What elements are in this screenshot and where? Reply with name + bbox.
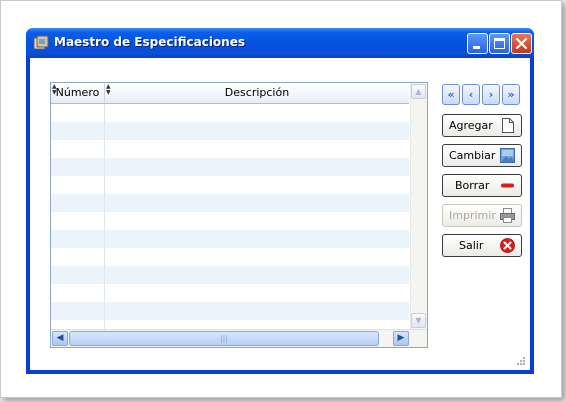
column-header-numero[interactable]: ▲ ▼ Número <box>51 83 105 103</box>
grid-row[interactable] <box>51 176 409 194</box>
title-bar[interactable]: Maestro de Especificaciones <box>26 28 534 58</box>
app-icon <box>33 35 49 50</box>
grid-row[interactable] <box>51 212 409 230</box>
horizontal-scroll-thumb[interactable]: ||| <box>69 331 379 346</box>
printer-icon <box>500 208 515 223</box>
grid-row[interactable] <box>51 302 409 320</box>
close-button[interactable] <box>511 33 532 54</box>
maximize-icon <box>494 38 505 49</box>
grid-header: ▲ ▼ Número ▲ ▼ Descripción <box>51 83 409 104</box>
agregar-label: Agregar <box>449 119 493 132</box>
minimize-icon <box>473 46 480 49</box>
next-record-button[interactable]: › <box>482 84 500 105</box>
record-navigation: « ‹ › » <box>442 84 522 106</box>
grid-row[interactable] <box>51 158 409 176</box>
grid-row[interactable] <box>51 266 409 284</box>
column-header-descripcion-label: Descripción <box>224 86 290 99</box>
next-record-icon: › <box>488 88 494 101</box>
scroll-up-icon[interactable]: ▲ <box>411 84 426 99</box>
specifications-grid[interactable]: ▲ ▼ Número ▲ ▼ Descripción ▲ ▼ ◀ ||| ▶ <box>50 82 428 348</box>
sort-icon: ▲ ▼ <box>106 83 111 96</box>
last-record-icon: » <box>507 88 515 101</box>
first-record-button[interactable]: « <box>442 84 460 105</box>
grid-row[interactable] <box>51 248 409 266</box>
salir-label: Salir <box>459 239 484 252</box>
grid-row[interactable] <box>51 230 409 248</box>
main-window: Maestro de Especificaciones ▲ ▼ Número ▲ ▼… <box>26 28 534 374</box>
cambiar-label: Cambiar <box>449 149 496 162</box>
scroll-down-icon[interactable]: ▼ <box>411 313 426 328</box>
salir-button[interactable]: Salir <box>442 234 522 257</box>
scroll-right-icon[interactable]: ▶ <box>393 331 409 346</box>
red-dash-icon <box>501 183 514 188</box>
image-icon <box>500 148 515 163</box>
window-title: Maestro de Especificaciones <box>54 35 245 49</box>
cambiar-button[interactable]: Cambiar <box>442 144 522 167</box>
window-client-area: ▲ ▼ Número ▲ ▼ Descripción ▲ ▼ ◀ ||| ▶ «… <box>30 58 530 370</box>
imprimir-button[interactable]: Imprimir <box>442 204 522 227</box>
agregar-button[interactable]: Agregar <box>442 114 522 137</box>
red-x-circle-icon <box>500 238 515 253</box>
column-header-descripcion[interactable]: ▲ ▼ Descripción <box>105 83 409 103</box>
borrar-button[interactable]: Borrar <box>442 174 522 197</box>
borrar-label: Borrar <box>455 179 490 192</box>
grid-rows <box>51 104 409 338</box>
close-icon <box>515 37 528 50</box>
imprimir-label: Imprimir <box>449 209 496 222</box>
grid-row[interactable] <box>51 140 409 158</box>
column-header-numero-label: Número <box>55 86 100 99</box>
scroll-left-icon[interactable]: ◀ <box>52 331 68 346</box>
grid-row[interactable] <box>51 284 409 302</box>
resize-grip-icon[interactable] <box>516 356 526 366</box>
previous-record-icon: ‹ <box>468 88 474 101</box>
maximize-button[interactable] <box>489 33 510 54</box>
vertical-scrollbar[interactable]: ▲ ▼ <box>410 83 427 329</box>
blank-page-icon <box>502 118 514 133</box>
first-record-icon: « <box>447 88 455 101</box>
minimize-button[interactable] <box>467 33 488 54</box>
grid-row[interactable] <box>51 194 409 212</box>
last-record-button[interactable]: » <box>502 84 520 105</box>
grid-row[interactable] <box>51 104 409 122</box>
sort-icon: ▲ ▼ <box>52 83 57 96</box>
grid-row[interactable] <box>51 122 409 140</box>
horizontal-scrollbar[interactable]: ◀ ||| ▶ <box>51 329 427 347</box>
previous-record-button[interactable]: ‹ <box>462 84 480 105</box>
